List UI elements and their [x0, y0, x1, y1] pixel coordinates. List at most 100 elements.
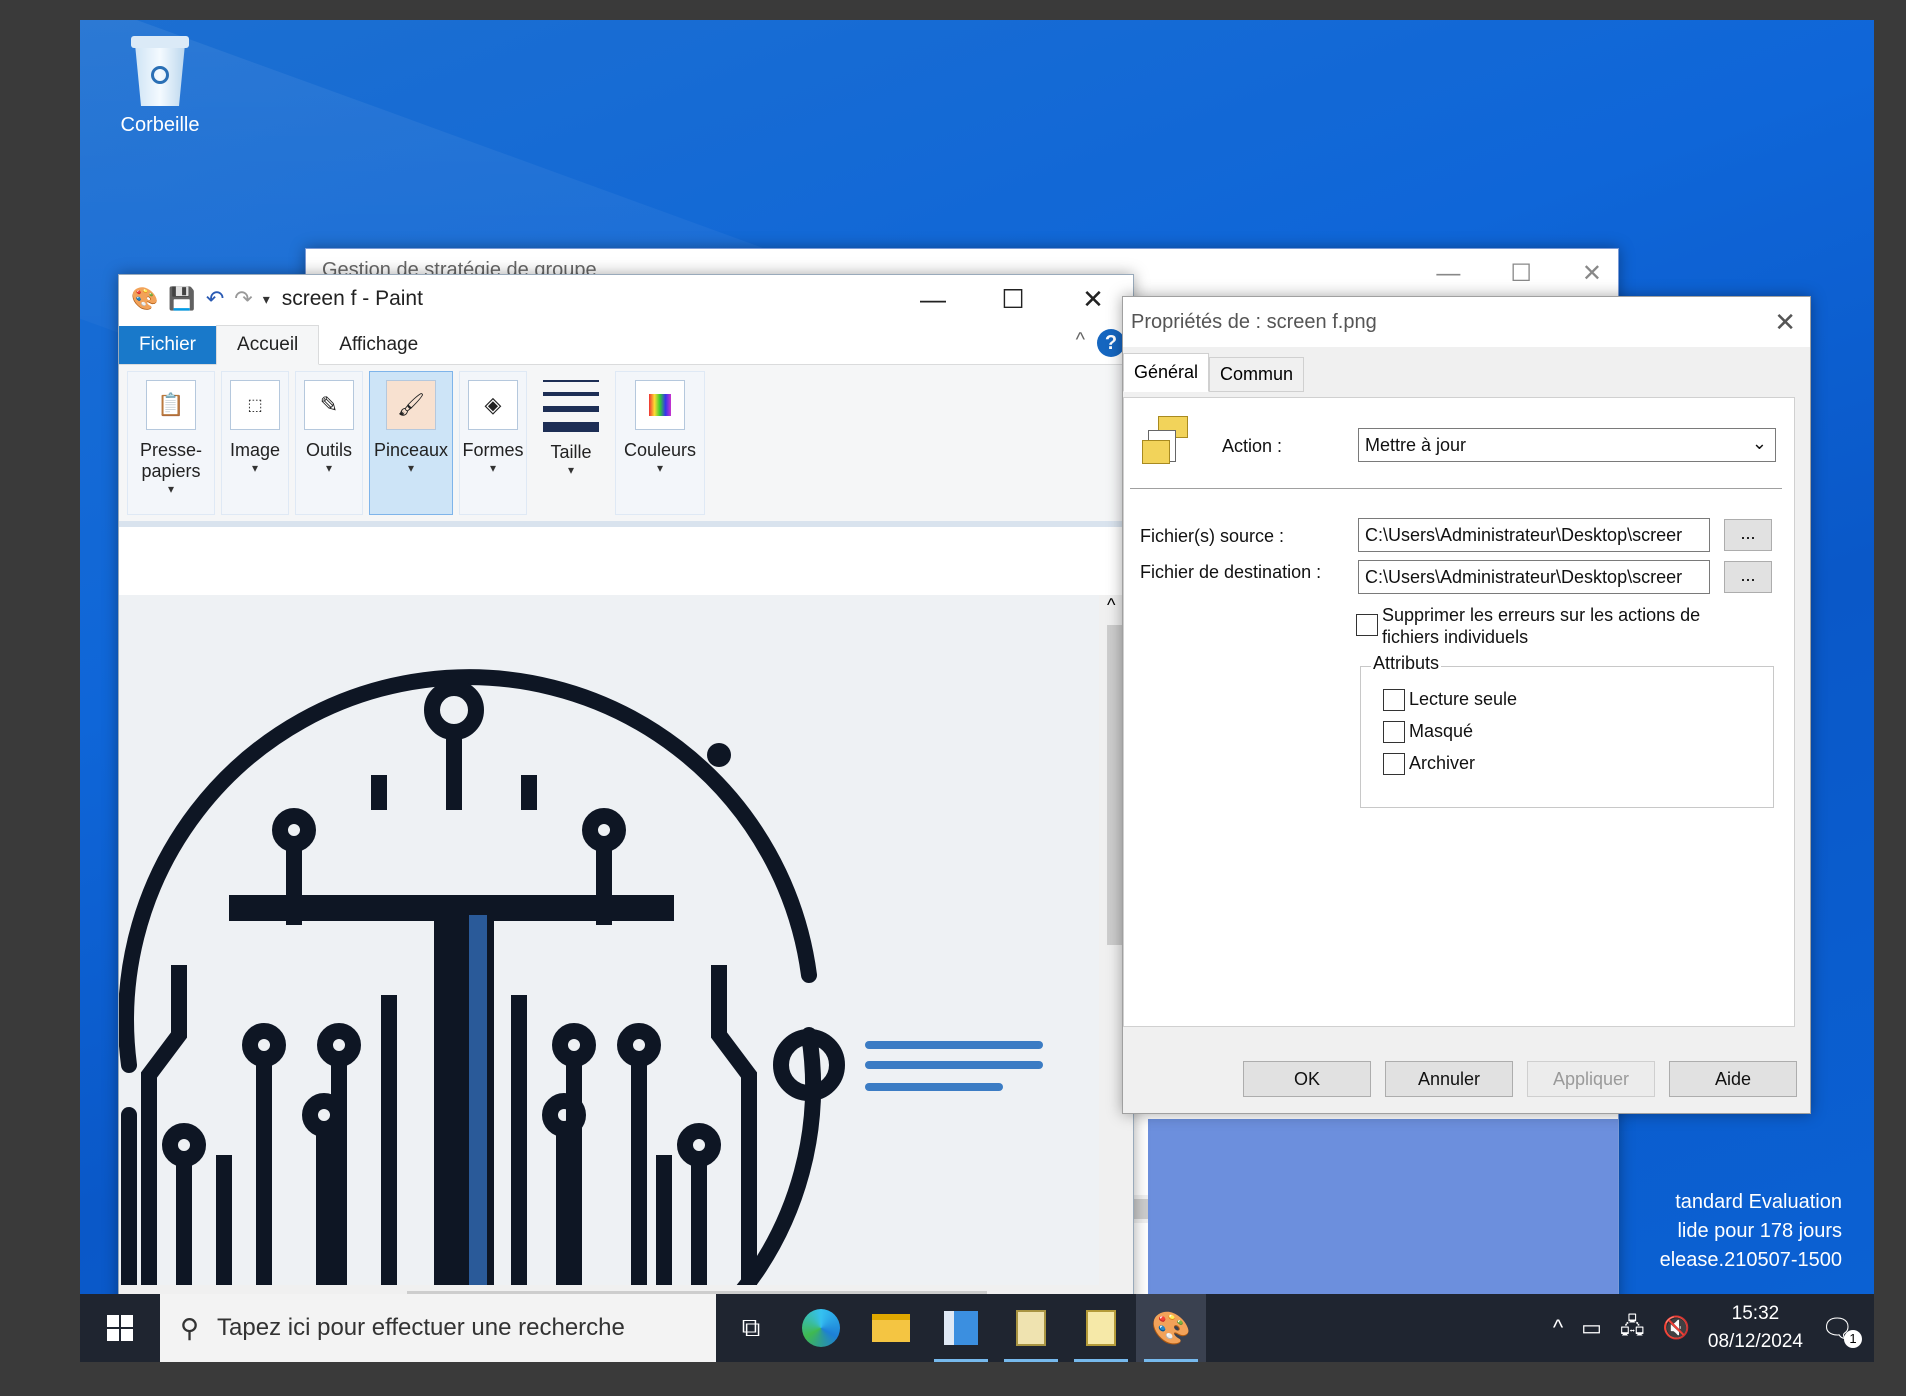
dest-field[interactable]: C:\Users\Administrateur\Desktop\screer: [1358, 560, 1710, 594]
task-view-icon[interactable]: ⧉: [716, 1294, 786, 1362]
checkbox-label: Masqué: [1409, 721, 1474, 741]
maximize-icon[interactable]: ☐: [973, 284, 1053, 315]
battery-icon[interactable]: ▭: [1581, 1315, 1602, 1341]
help-button[interactable]: Aide: [1669, 1061, 1797, 1097]
clock[interactable]: 15:32 08/12/2024: [1708, 1300, 1803, 1356]
close-icon[interactable]: ✕: [1053, 284, 1133, 315]
group-label: Couleurs: [623, 440, 697, 460]
watermark-line: elease.210507-1500: [1659, 1249, 1842, 1271]
group-label: Outils: [305, 440, 352, 460]
tab-common[interactable]: Commun: [1209, 357, 1305, 392]
hidden-checkbox[interactable]: Masqué: [1383, 721, 1473, 743]
watermark-line: lide pour 178 jours: [1677, 1220, 1842, 1242]
group-label: Presse-papiers: [139, 440, 202, 481]
notification-icon[interactable]: 🗨 1: [1821, 1313, 1862, 1348]
notepad-icon[interactable]: [1066, 1294, 1136, 1362]
gpo-panel: [1148, 1119, 1618, 1295]
chevron-up-icon[interactable]: ^: [1107, 595, 1115, 616]
cancel-button[interactable]: Annuler: [1385, 1061, 1513, 1097]
group-label: Image: [229, 440, 281, 460]
customize-qa-icon[interactable]: ▾: [263, 291, 270, 308]
select-icon: ⬚: [230, 380, 280, 430]
tab-home[interactable]: Accueil: [216, 325, 320, 365]
gpo-editor-icon[interactable]: [996, 1294, 1066, 1362]
taskbar: ⚲ Tapez ici pour effectuer une recherche…: [80, 1294, 1874, 1362]
volume-muted-icon[interactable]: 🔇: [1662, 1315, 1689, 1341]
chevron-down-icon: ⌄: [1751, 433, 1767, 453]
attributes-group: Attributs Lecture seule Masqué Archiver: [1360, 653, 1774, 808]
minimize-icon[interactable]: —: [1436, 260, 1460, 287]
minimize-icon[interactable]: —: [893, 284, 973, 315]
action-select[interactable]: Mettre à jour ⌄: [1358, 428, 1776, 462]
browse-source-button[interactable]: ...: [1724, 519, 1772, 551]
size-icon: [543, 380, 599, 432]
help-icon[interactable]: ?: [1097, 329, 1125, 357]
paint-taskbar-icon[interactable]: 🎨: [1136, 1294, 1206, 1362]
paint-window[interactable]: 🎨 💾 ↶ ↷ ▾ screen f - Paint — ☐ ✕ Fichier…: [118, 274, 1134, 1315]
group-label: Formes: [462, 440, 524, 460]
recycle-bin[interactable]: Corbeille: [110, 34, 210, 137]
drawing-canvas[interactable]: [119, 595, 1099, 1315]
circuit-logo-image: [119, 669, 1043, 1315]
readonly-checkbox[interactable]: Lecture seule: [1383, 689, 1517, 711]
search-box[interactable]: ⚲ Tapez ici pour effectuer une recherche: [160, 1294, 716, 1362]
tab-view[interactable]: Affichage: [319, 326, 438, 364]
system-tray: ^ ▭ 🖧 🔇 15:32 08/12/2024 🗨 1: [1553, 1300, 1874, 1356]
maximize-icon[interactable]: ☐: [1510, 260, 1532, 287]
paint-titlebar[interactable]: 🎨 💾 ↶ ↷ ▾ screen f - Paint — ☐ ✕: [119, 275, 1133, 323]
suppress-errors-checkbox[interactable]: Supprimer les erreurs sur les actions de…: [1356, 604, 1756, 648]
group-label: Pinceaux: [373, 440, 449, 460]
group-size[interactable]: Taille ▾: [533, 371, 609, 515]
recycle-bin-icon: [129, 34, 191, 108]
undo-icon[interactable]: ↶: [206, 286, 224, 312]
redo-icon[interactable]: ↷: [234, 286, 252, 312]
edge-icon[interactable]: [786, 1294, 856, 1362]
group-image[interactable]: ⬚ Image ▾: [221, 371, 289, 515]
properties-tabs: Général Commun: [1123, 347, 1810, 392]
network-icon[interactable]: 🖧: [1620, 1309, 1645, 1347]
clock-date: 08/12/2024: [1707, 1331, 1803, 1352]
save-icon[interactable]: 💾: [168, 286, 195, 312]
checkbox-label: Archiver: [1409, 753, 1476, 773]
shapes-icon: ◈: [468, 380, 518, 430]
file-explorer-icon[interactable]: [856, 1294, 926, 1362]
browse-dest-button[interactable]: ...: [1724, 561, 1772, 593]
dest-label: Fichier de destination :: [1140, 562, 1322, 582]
group-clipboard[interactable]: 📋 Presse-papiers ▾: [127, 371, 215, 515]
close-icon[interactable]: ✕: [1774, 307, 1796, 338]
start-button[interactable]: [80, 1294, 160, 1362]
group-colors[interactable]: Couleurs ▾: [615, 371, 705, 515]
apply-button[interactable]: Appliquer: [1527, 1061, 1655, 1097]
windows-icon: [107, 1315, 133, 1341]
properties-title: Propriétés de : screen f.png: [1131, 311, 1377, 333]
brush-icon: 🖌: [386, 380, 436, 430]
close-icon[interactable]: ✕: [1582, 260, 1602, 287]
group-brushes[interactable]: 🖌 Pinceaux ▾: [369, 371, 453, 515]
colors-icon: [635, 380, 685, 430]
group-shapes[interactable]: ◈ Formes ▾: [459, 371, 527, 515]
ribbon: 📋 Presse-papiers ▾ ⬚ Image ▾ ✎ Outils ▾ 🖌 Pince…: [119, 365, 1133, 527]
chevron-up-icon[interactable]: ^: [1553, 1315, 1563, 1341]
properties-dialog[interactable]: Propriétés de : screen f.png ✕ Général C…: [1122, 296, 1811, 1114]
evaluation-watermark: tandard Evaluation lide pour 178 jours e…: [1660, 1188, 1842, 1275]
properties-titlebar[interactable]: Propriétés de : screen f.png ✕: [1123, 297, 1810, 347]
recycle-bin-label: Corbeille: [120, 114, 200, 136]
group-label: Taille: [550, 442, 592, 462]
action-value: Mettre à jour: [1365, 435, 1467, 455]
source-label: Fichier(s) source :: [1140, 526, 1285, 546]
source-field[interactable]: C:\Users\Administrateur\Desktop\screer: [1358, 518, 1710, 552]
collapse-ribbon-icon[interactable]: ^: [1076, 329, 1085, 352]
general-panel: Action : Mettre à jour ⌄ Fichier(s) sour…: [1123, 397, 1795, 1027]
search-placeholder: Tapez ici pour effectuer une recherche: [217, 1314, 625, 1341]
group-tools[interactable]: ✎ Outils ▾: [295, 371, 363, 515]
tab-file[interactable]: Fichier: [119, 326, 217, 364]
checkbox-label: Lecture seule: [1409, 689, 1518, 709]
tab-general[interactable]: Général: [1123, 353, 1210, 392]
server-manager-icon[interactable]: [926, 1294, 996, 1362]
paint-title: screen f - Paint: [281, 287, 423, 310]
archive-checkbox[interactable]: Archiver: [1383, 753, 1475, 775]
ok-button[interactable]: OK: [1243, 1061, 1371, 1097]
paint-app-icon[interactable]: 🎨: [131, 286, 158, 312]
search-icon: ⚲: [180, 1312, 200, 1343]
checkbox-box: [1356, 614, 1378, 636]
